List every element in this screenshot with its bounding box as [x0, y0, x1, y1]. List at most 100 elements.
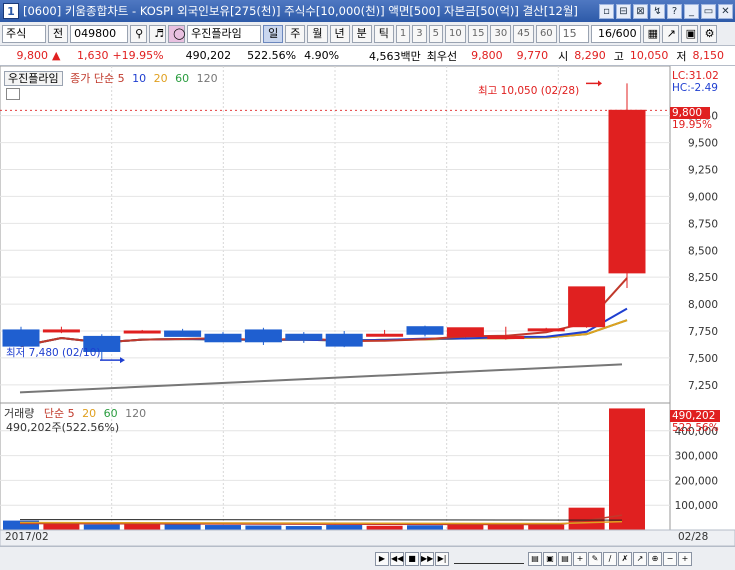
minute-option[interactable]: 1: [395, 24, 411, 43]
minute-option[interactable]: 30: [490, 24, 512, 43]
volume-tick-label: 200,000: [675, 475, 718, 487]
copy-icon[interactable]: ▣: [543, 551, 557, 566]
close-button[interactable]: ✕: [718, 3, 733, 19]
price-tick-label: 8,750: [688, 218, 718, 230]
stock-chip[interactable]: 우진플라임: [4, 71, 63, 86]
price-tick-label: 8,500: [688, 245, 718, 257]
minute-option[interactable]: 60: [535, 24, 557, 43]
help-icon[interactable]: ?: [667, 3, 682, 19]
hc-label: HC:-2.49: [672, 82, 718, 94]
candle-body: [123, 330, 161, 334]
count-select[interactable]: 15: [558, 24, 589, 43]
main-toolbar: 주식 전 049800 ⚲ ♬ ◯ 우진플라임 일 주 월 년 분 틱 1 3 …: [0, 22, 735, 46]
period-day[interactable]: 일: [263, 24, 284, 43]
fast-forward-icon[interactable]: ▶▶: [420, 551, 434, 566]
magnify-icon[interactable]: ⊕: [648, 551, 662, 566]
volume-value: 490,202: [185, 49, 232, 62]
lc-label: LC:31.02: [672, 70, 719, 82]
pencil-icon[interactable]: ✎: [588, 551, 602, 566]
maximize-button[interactable]: ▭: [701, 3, 716, 19]
volume-bar: [83, 524, 120, 530]
candle-body: [164, 330, 202, 337]
volume-bar: [528, 524, 565, 530]
stop-icon[interactable]: ■: [405, 551, 419, 566]
arrow-icon[interactable]: ↗: [633, 551, 647, 566]
minute-option[interactable]: 45: [513, 24, 534, 43]
prefix-button[interactable]: 전: [48, 24, 69, 43]
ma-label: 종가 단순: [70, 72, 115, 85]
minute-option[interactable]: 3: [412, 24, 427, 43]
settings-icon[interactable]: ⚙: [699, 24, 717, 43]
stock-badge-icon: ◯: [168, 24, 185, 43]
price-tick-label: 9,250: [688, 165, 718, 177]
price-tick-label: 9,000: [688, 191, 718, 203]
price-tick-label: 7,750: [688, 326, 718, 338]
trend-icon[interactable]: ↗: [661, 24, 679, 43]
volume-last-box: 490,202: [670, 410, 720, 422]
open-value: 8,290: [574, 49, 606, 62]
price-tick-label: 9,500: [688, 138, 718, 150]
ask-value: 9,770: [516, 49, 549, 62]
sound-icon[interactable]: ♬: [149, 24, 167, 43]
candle-body: [325, 333, 363, 347]
erase-icon[interactable]: ✗: [618, 551, 632, 566]
minute-option[interactable]: 15: [467, 24, 489, 43]
chart-tools-icon[interactable]: ▦: [642, 24, 660, 43]
save-icon[interactable]: ▣: [680, 24, 698, 43]
period-year[interactable]: 년: [329, 24, 350, 43]
period-tick[interactable]: 틱: [373, 24, 394, 43]
price-legend: 우진플라임 종가 단순 5 10 20 60 120: [4, 70, 218, 86]
volume-bar: [285, 526, 322, 530]
category-select[interactable]: 주식: [2, 24, 46, 43]
panel-icon[interactable]: ▫: [599, 3, 614, 19]
crosshair-icon[interactable]: +: [573, 551, 587, 566]
print-icon[interactable]: ▤: [558, 551, 572, 566]
price-tick-label: 8,250: [688, 272, 718, 284]
chart-type-icon[interactable]: ▤: [528, 551, 542, 566]
bid-label: 최우선: [426, 49, 458, 63]
up-arrow-icon: ▲: [52, 49, 61, 62]
table-icon[interactable]: [6, 88, 20, 100]
zoom-in-icon[interactable]: +: [678, 551, 692, 566]
link-icon[interactable]: ↯: [650, 3, 665, 19]
period-week[interactable]: 주: [285, 24, 306, 43]
minute-option[interactable]: 10: [445, 24, 466, 43]
stock-code-input[interactable]: 049800: [70, 24, 129, 43]
zoom-out-icon[interactable]: −: [663, 551, 677, 566]
window-number: 1: [3, 3, 19, 19]
max-price-label: 최고 10,050 (02/28): [478, 85, 580, 97]
minimize-all-icon[interactable]: ⊟: [616, 3, 631, 19]
end-icon[interactable]: ▶|: [435, 551, 449, 566]
stock-chart[interactable]: 9,7509,5009,2509,0008,7508,5008,2508,000…: [0, 65, 735, 547]
ma-20: 20: [153, 72, 168, 85]
ma-5: 5: [117, 72, 125, 85]
candle-body: [527, 328, 565, 332]
low-value: 8,150: [692, 49, 725, 62]
minimize-button[interactable]: _: [684, 3, 699, 19]
change-percent: +19.95%: [112, 49, 164, 62]
draw-line-icon[interactable]: ∕: [603, 551, 617, 566]
x-axis-bar: [0, 529, 735, 547]
rewind-icon[interactable]: ◀◀: [390, 551, 404, 566]
period-minute[interactable]: 분: [351, 24, 372, 43]
candle-body: [406, 326, 444, 335]
search-icon[interactable]: ⚲: [130, 24, 148, 43]
candle-body: [204, 333, 242, 343]
ma-120: 120: [196, 72, 218, 85]
scroll-right-icon[interactable]: ▶: [375, 551, 389, 566]
close-panel-icon[interactable]: ⊠: [633, 3, 648, 19]
zoom-slider[interactable]: [454, 554, 524, 564]
candle-body: [285, 333, 323, 341]
candle-body: [446, 327, 484, 337]
minute-option[interactable]: 5: [428, 24, 443, 43]
window-title: [0600] 키움종합차트 - KOSPI 외국인보유[275(천)] 주식수[…: [23, 4, 578, 18]
stock-name-field: 우진플라임: [187, 24, 262, 43]
last-volume-label: 490,202주(522.56%): [6, 421, 120, 434]
candle-body: [42, 329, 80, 333]
volume-bar: [164, 524, 201, 530]
window-titlebar: 1 [0600] 키움종합차트 - KOSPI 외국인보유[275(천)] 주식…: [0, 0, 735, 22]
period-month[interactable]: 월: [307, 24, 328, 43]
volume-tick-label: 100,000: [675, 500, 718, 512]
ma-60: 60: [175, 72, 190, 85]
chart-area[interactable]: 9,7509,5009,2509,0008,7508,5008,2508,000…: [0, 65, 735, 547]
